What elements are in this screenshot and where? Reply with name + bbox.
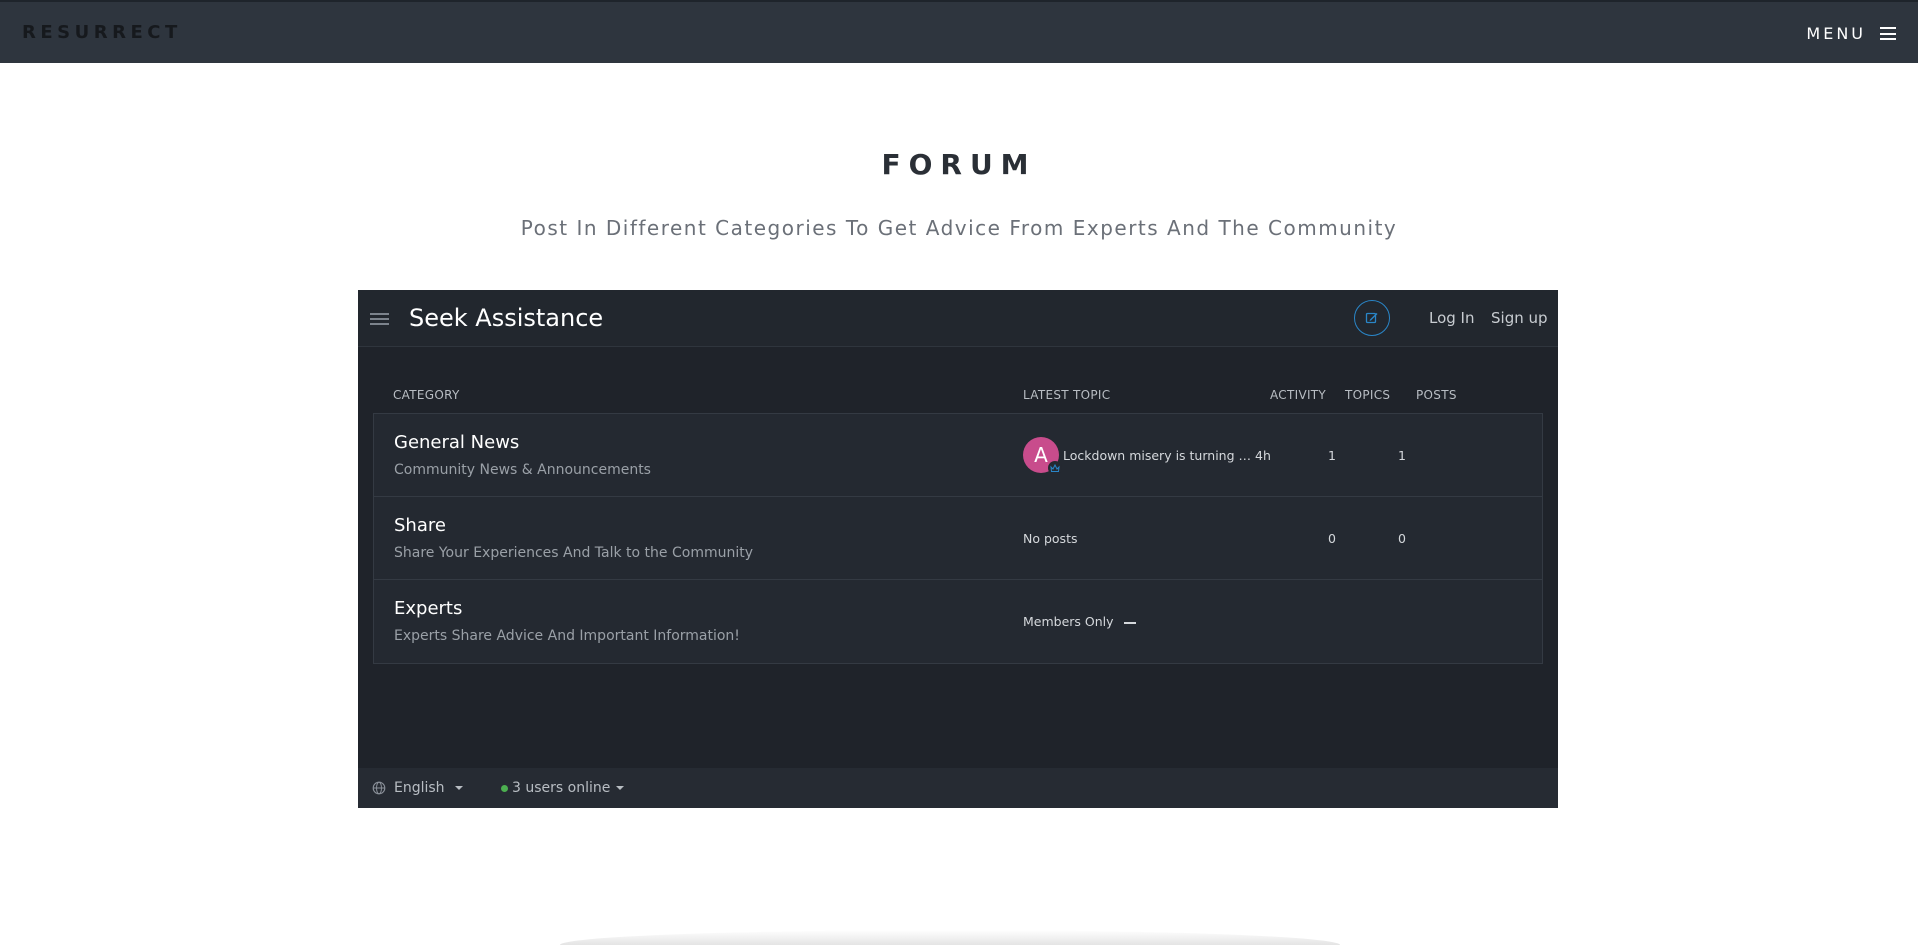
users-online-label: 3 users online [512,780,611,796]
category-name[interactable]: Experts [394,598,462,619]
column-header-activity: ACTIVITY [1270,388,1327,402]
category-description: Community News & Announcements [394,462,651,478]
members-only-notice: Members Only [1023,614,1136,629]
category-description: Share Your Experiences And Talk to the C… [394,545,754,561]
column-header-latest-topic: LATEST TOPIC [1023,388,1111,402]
activity-value: 4h [1255,448,1271,463]
globe-icon [372,781,386,795]
column-header-posts: POSTS [1416,388,1457,402]
avatar-letter: A [1034,443,1048,467]
compose-icon [1365,312,1378,324]
language-label: English [394,780,445,796]
category-name[interactable]: General News [394,432,519,453]
posts-count: 0 [1398,531,1406,546]
next-section-edge [560,930,1340,945]
category-name[interactable]: Share [394,515,446,536]
category-row-general-news[interactable]: General News Community News & Announceme… [374,414,1542,497]
hamburger-icon [1880,27,1896,40]
dash-icon [1123,621,1136,624]
new-topic-button[interactable] [1354,300,1390,336]
topics-count: 1 [1328,448,1336,463]
forum-menu-icon[interactable] [370,313,389,325]
chevron-down-icon [454,786,463,790]
category-row-share[interactable]: Share Share Your Experiences And Talk to… [374,497,1542,580]
column-header-category: CATEGORY [393,388,460,402]
topics-count: 0 [1328,531,1336,546]
menu-label: MENU [1806,24,1866,43]
members-only-label: Members Only [1023,614,1114,629]
forum-embed: Seek Assistance Log In Sign up CATEGORY … [358,290,1558,808]
category-row-experts[interactable]: Experts Experts Share Advice And Importa… [374,580,1542,663]
page-subtitle: Post In Different Categories To Get Advi… [520,216,1398,240]
chevron-down-icon [616,786,625,790]
category-description: Experts Share Advice And Important Infor… [394,628,740,644]
forum-header: Seek Assistance Log In Sign up [358,290,1558,347]
online-status-icon [501,784,508,792]
latest-topic-link[interactable]: Lockdown misery is turning a … [1063,448,1253,463]
language-selector[interactable]: English [372,780,463,796]
forum-title[interactable]: Seek Assistance [409,304,603,332]
latest-topic-empty: No posts [1023,531,1078,546]
site-logo[interactable]: RESURRECT [22,22,182,43]
login-link[interactable]: Log In [1429,309,1475,327]
signup-link[interactable]: Sign up [1491,309,1548,327]
page-title: FORUM [881,148,1037,181]
users-online-toggle[interactable]: 3 users online [501,780,625,796]
forum-footer: English 3 users online [358,768,1558,808]
category-list: General News Community News & Announceme… [373,413,1543,664]
avatar[interactable]: A [1023,437,1062,475]
column-header-topics: TOPICS [1345,388,1391,402]
menu-button[interactable]: MENU [1806,24,1896,43]
posts-count: 1 [1398,448,1406,463]
badge-icon [1048,461,1062,475]
top-nav: RESURRECT MENU [0,0,1918,63]
